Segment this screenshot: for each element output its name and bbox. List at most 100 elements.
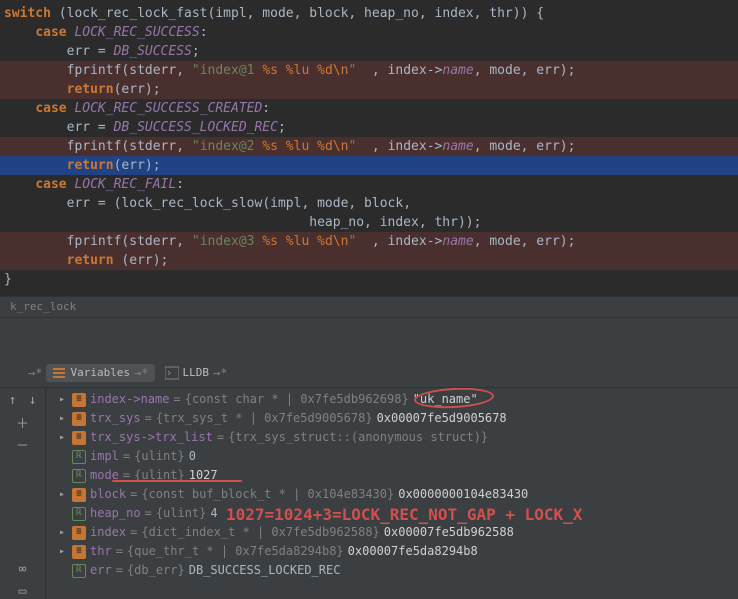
equals-sign: =	[130, 485, 137, 504]
variable-name: index->name	[90, 390, 169, 409]
variables-tree[interactable]: ▸ ≡ index->name = {const char * | 0x7fe5d…	[46, 388, 738, 599]
breadcrumb[interactable]: k_rec_lock	[0, 296, 738, 318]
variable-name: mode	[90, 466, 119, 485]
disclosure-triangle-icon[interactable]: ▸	[56, 527, 68, 539]
disclosure-spacer	[56, 470, 68, 482]
code-line: err = (lock_rec_lock_slow(impl, mode, bl…	[0, 194, 738, 213]
variable-type: {ulint}	[134, 447, 185, 466]
pin-icon[interactable]: →︎*	[28, 366, 42, 380]
variable-row[interactable]: ℝ err = {db_err} DB_SUCCESS_LOCKED_REC	[46, 561, 738, 580]
equals-sign: =	[145, 409, 152, 428]
variable-row[interactable]: ℝ impl = {ulint} 0	[46, 447, 738, 466]
variables-icon	[52, 366, 66, 380]
object-icon: ≡	[72, 393, 86, 407]
object-icon: ≡	[72, 526, 86, 540]
code-line: case LOCK_REC_SUCCESS_CREATED:	[0, 99, 738, 118]
disclosure-spacer	[56, 565, 68, 577]
variables-tab-label: Variables	[70, 366, 130, 379]
equals-sign: =	[116, 561, 123, 580]
variable-value: "uk_name"	[413, 390, 478, 409]
equals-sign: =	[123, 466, 130, 485]
disclosure-spacer	[56, 508, 68, 520]
layout-icon[interactable]: ▭	[15, 583, 31, 599]
pin-icon: →︎*	[213, 366, 227, 380]
lldb-tab[interactable]: LLDB →︎*	[159, 364, 234, 382]
primitive-icon: ℝ	[72, 564, 86, 578]
disclosure-triangle-icon[interactable]: ▸	[56, 394, 68, 406]
variable-row[interactable]: ▸ ≡ trx_sys->trx_list = {trx_sys_struct::…	[46, 428, 738, 447]
variable-row[interactable]: ℝ mode = {ulint} 1027	[46, 466, 738, 485]
variable-value: 0x00007fe5da8294b8	[348, 542, 478, 561]
variable-name: heap_no	[90, 504, 141, 523]
variable-value: DB_SUCCESS_LOCKED_REC	[189, 561, 341, 580]
code-line: }	[0, 270, 738, 289]
variable-type: {const char * | 0x7fe5db962698}	[185, 390, 409, 409]
variable-row[interactable]: ℝ heap_no = {ulint} 4	[46, 504, 738, 523]
variable-value: 0x00007fe5d9005678	[377, 409, 507, 428]
disclosure-spacer	[56, 451, 68, 463]
variable-type: {dict_index_t * | 0x7fe5db962588}	[141, 523, 379, 542]
code-line: fprintf(stderr, "index@1 %s %lu %d\n" , …	[0, 61, 738, 80]
equals-sign: =	[145, 504, 152, 523]
variable-type: {const buf_block_t * | 0x104e83430}	[141, 485, 394, 504]
variable-row[interactable]: ▸ ≡ block = {const buf_block_t * | 0x104e…	[46, 485, 738, 504]
variable-name: trx_sys->trx_list	[90, 428, 213, 447]
primitive-icon: ℝ	[72, 507, 86, 521]
code-line-current: return(err);	[0, 156, 738, 175]
variable-type: {trx_sys_struct::(anonymous struct)}	[228, 428, 488, 447]
code-line: switch (lock_rec_lock_fast(impl, mode, b…	[0, 4, 738, 23]
disclosure-triangle-icon[interactable]: ▸	[56, 432, 68, 444]
debugger-body: _rkey_ na_rke handle ned int ↑ ↓ ＋ － ∞ ▭…	[0, 388, 738, 599]
equals-sign: =	[217, 428, 224, 447]
object-icon: ≡	[72, 488, 86, 502]
code-line: heap_no, index, thr));	[0, 213, 738, 232]
variable-value: 0	[189, 447, 196, 466]
lldb-tab-label: LLDB	[183, 366, 210, 379]
variable-value: 0x0000000104e83430	[398, 485, 528, 504]
variable-type: {ulint}	[156, 504, 207, 523]
variable-name: thr	[90, 542, 112, 561]
variable-type: {ulint}	[134, 466, 185, 485]
disclosure-triangle-icon[interactable]: ▸	[56, 546, 68, 558]
code-line: fprintf(stderr, "index@3 %s %lu %d\n" , …	[0, 232, 738, 251]
variable-row[interactable]: ▸≡ index->name = {const char * | 0x7fe5d…	[46, 390, 738, 409]
collapse-down-icon[interactable]: ↓	[25, 392, 41, 408]
code-line: return(err);	[0, 80, 738, 99]
remove-watch-icon[interactable]: －	[15, 436, 31, 452]
add-watch-icon[interactable]: ＋	[15, 414, 31, 430]
primitive-icon: ℝ	[72, 469, 86, 483]
variable-value: 0x00007fe5db962588	[384, 523, 514, 542]
variable-value: 4	[210, 504, 217, 523]
equals-sign: =	[116, 542, 123, 561]
variable-type: {trx_sys_t * | 0x7fe5d9005678}	[156, 409, 373, 428]
collapse-up-icon[interactable]: ↑	[5, 392, 21, 408]
variables-tab[interactable]: Variables →︎*	[46, 364, 154, 382]
breadcrumb-item[interactable]: k_rec_lock	[10, 300, 76, 313]
object-icon: ≡	[72, 431, 86, 445]
equals-sign: =	[130, 523, 137, 542]
object-icon: ≡	[72, 545, 86, 559]
disclosure-triangle-icon[interactable]: ▸	[56, 489, 68, 501]
primitive-icon: ℝ	[72, 450, 86, 464]
variable-row[interactable]: ▸ ≡ trx_sys = {trx_sys_t * | 0x7fe5d90056…	[46, 409, 738, 428]
debugger-gutter: ↑ ↓ ＋ － ∞ ▭	[0, 388, 46, 599]
variable-row[interactable]: ▸≡ thr = {que_thr_t * | 0x7fe5da8294b8} …	[46, 542, 738, 561]
code-line: case LOCK_REC_FAIL:	[0, 175, 738, 194]
code-line: err = DB_SUCCESS;	[0, 42, 738, 61]
variable-name: block	[90, 485, 126, 504]
disclosure-triangle-icon[interactable]: ▸	[56, 413, 68, 425]
code-line: err = DB_SUCCESS_LOCKED_REC;	[0, 118, 738, 137]
variable-name: err	[90, 561, 112, 580]
variable-row[interactable]: ▸≡ index = {dict_index_t * | 0x7fe5db962…	[46, 523, 738, 542]
equals-sign: =	[123, 447, 130, 466]
code-line: fprintf(stderr, "index@2 %s %lu %d\n" , …	[0, 137, 738, 156]
infinity-icon[interactable]: ∞	[15, 561, 31, 577]
console-icon	[165, 366, 179, 380]
code-line: return (err);	[0, 251, 738, 270]
variable-name: trx_sys	[90, 409, 141, 428]
debugger-panel: →︎* Variables →︎* LLDB →︎* _rkey_ na_rke…	[0, 318, 738, 599]
code-line: case LOCK_REC_SUCCESS:	[0, 23, 738, 42]
object-icon: ≡	[72, 412, 86, 426]
code-editor[interactable]: switch (lock_rec_lock_fast(impl, mode, b…	[0, 0, 738, 296]
variable-value: 1027	[189, 466, 218, 485]
